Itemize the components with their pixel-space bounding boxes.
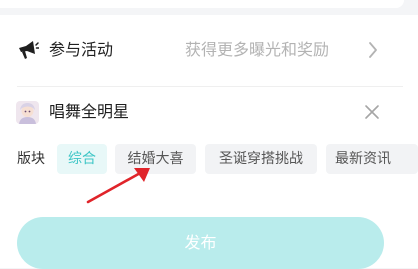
community-avatar — [16, 101, 39, 124]
section-label: 版块 — [17, 151, 45, 167]
section-chip-christmas-outfit-challenge[interactable]: 圣诞穿搭挑战 — [205, 144, 317, 174]
publish-button[interactable]: 发布 — [17, 217, 384, 269]
previous-card — [0, 0, 404, 8]
activity-title: 参与活动 — [49, 40, 114, 59]
community-name: 唱舞全明星 — [49, 102, 130, 121]
close-icon[interactable] — [364, 104, 380, 120]
join-activity-row[interactable]: 参与活动 获得更多曝光和奖励 — [0, 15, 418, 87]
section-chip-latest-news[interactable]: 最新资讯 — [326, 144, 418, 174]
red-arrow-annotation — [86, 168, 150, 204]
chevron-right-icon — [369, 42, 377, 58]
divider — [17, 86, 403, 87]
activity-hint: 获得更多曝光和奖励 — [185, 40, 330, 59]
megaphone-icon — [19, 41, 39, 59]
